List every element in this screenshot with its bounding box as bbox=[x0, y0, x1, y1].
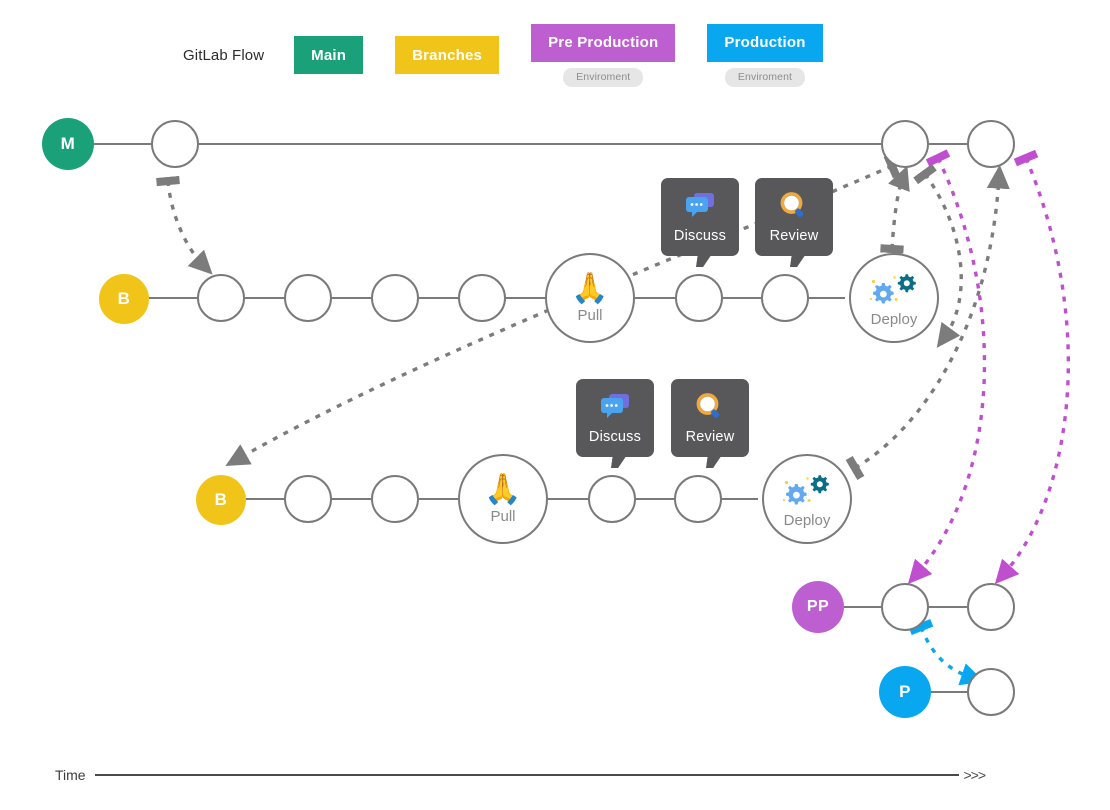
review-tooltip-label: Review bbox=[769, 227, 819, 244]
branch-one-badge-label: B bbox=[117, 289, 131, 308]
pull-node-label: Pull bbox=[490, 507, 516, 525]
magnifying-glass-icon bbox=[780, 191, 804, 217]
gears-icon bbox=[869, 273, 916, 303]
branch-two-badge-label: B bbox=[214, 490, 228, 509]
pull-node-label: Pull bbox=[577, 306, 603, 324]
tooltip-tail bbox=[696, 254, 712, 267]
gears-icon bbox=[782, 474, 829, 504]
pull-node[interactable]: 🙏 Pull bbox=[458, 454, 548, 544]
tooltip-tail bbox=[790, 254, 806, 267]
branch-two-badge[interactable]: B bbox=[196, 475, 246, 525]
production-badge-label: P bbox=[899, 682, 911, 701]
tooltip-tail bbox=[706, 455, 722, 468]
folded-hands-emoji: 🙏 bbox=[484, 471, 522, 507]
main-branch-badge-label: M bbox=[60, 134, 76, 153]
pre-production-badge[interactable]: PP bbox=[792, 581, 844, 633]
commit-node[interactable] bbox=[967, 583, 1015, 631]
commit-node[interactable] bbox=[284, 475, 332, 523]
commit-node[interactable] bbox=[284, 274, 332, 322]
flow-arrow-blue bbox=[908, 618, 985, 686]
production-badge[interactable]: P bbox=[879, 666, 931, 718]
discuss-tooltip-label: Discuss bbox=[673, 227, 727, 244]
commit-node[interactable] bbox=[371, 274, 419, 322]
deploy-node[interactable]: Deploy bbox=[762, 454, 852, 544]
speech-balloon-icon bbox=[686, 192, 714, 217]
commit-node[interactable] bbox=[881, 120, 929, 168]
main-branch-badge[interactable]: M bbox=[42, 118, 94, 170]
commit-node[interactable] bbox=[197, 274, 245, 322]
commit-node[interactable] bbox=[967, 668, 1015, 716]
commit-node[interactable] bbox=[881, 583, 929, 631]
flow-arrows-purple bbox=[907, 149, 1071, 585]
speech-balloon-icon bbox=[601, 393, 629, 418]
folded-hands-emoji: 🙏 bbox=[571, 270, 609, 306]
time-axis-label: Time bbox=[55, 767, 86, 783]
discuss-tooltip[interactable]: Discuss bbox=[576, 379, 654, 468]
commit-node[interactable] bbox=[458, 274, 506, 322]
commit-node[interactable] bbox=[588, 475, 636, 523]
magnifying-glass-icon bbox=[696, 392, 720, 418]
commit-node[interactable] bbox=[675, 274, 723, 322]
discuss-tooltip[interactable]: Discuss bbox=[661, 178, 739, 267]
review-tooltip[interactable]: Review bbox=[755, 178, 833, 267]
review-tooltip-label: Review bbox=[685, 428, 735, 445]
commit-node[interactable] bbox=[674, 475, 722, 523]
deploy-node-label: Deploy bbox=[783, 511, 831, 529]
time-axis: Time >>> bbox=[55, 762, 986, 788]
time-axis-arrows: >>> bbox=[963, 767, 986, 783]
deploy-node[interactable]: Deploy bbox=[849, 253, 939, 343]
time-axis-line bbox=[94, 774, 960, 776]
pull-node[interactable]: 🙏 Pull bbox=[545, 253, 635, 343]
tooltip-tail bbox=[611, 455, 627, 468]
review-tooltip[interactable]: Review bbox=[671, 379, 749, 468]
commit-node[interactable] bbox=[151, 120, 199, 168]
branch-one-badge[interactable]: B bbox=[99, 274, 149, 324]
commit-node[interactable] bbox=[761, 274, 809, 322]
commit-node[interactable] bbox=[967, 120, 1015, 168]
discuss-tooltip-label: Discuss bbox=[588, 428, 642, 445]
deploy-node-label: Deploy bbox=[870, 310, 918, 328]
pre-production-badge-label: PP bbox=[806, 598, 830, 615]
commit-node[interactable] bbox=[371, 475, 419, 523]
gitlab-flow-diagram: GitLab Flow Main Branches Pre Production… bbox=[0, 0, 1110, 810]
